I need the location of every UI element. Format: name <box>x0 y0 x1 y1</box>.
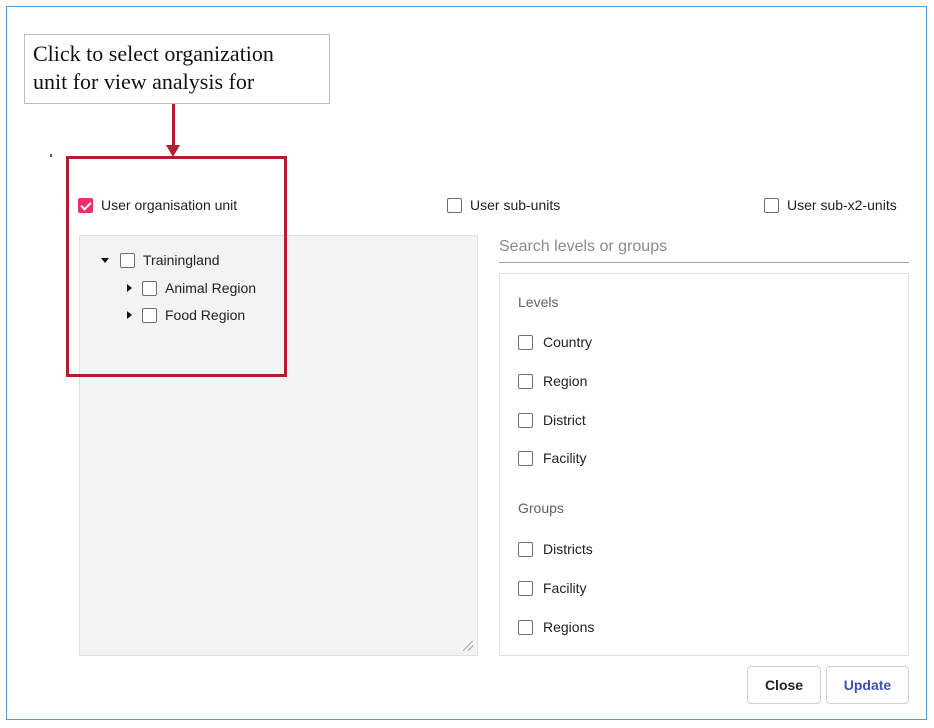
level-option-facility[interactable]: Facility <box>518 450 587 466</box>
checkbox-icon[interactable] <box>518 619 533 635</box>
groups-heading: Groups <box>518 500 564 516</box>
checkbox-icon[interactable] <box>447 197 462 213</box>
level-option-region[interactable]: Region <box>518 373 587 389</box>
level-option-country[interactable]: Country <box>518 334 592 350</box>
level-option-district[interactable]: District <box>518 412 586 428</box>
group-option-facility[interactable]: Facility <box>518 580 587 596</box>
close-button[interactable]: Close <box>747 666 821 704</box>
checkbox-icon[interactable] <box>518 412 533 428</box>
search-levels-input[interactable] <box>499 232 909 263</box>
checkbox-icon[interactable] <box>764 197 779 213</box>
levels-heading: Levels <box>518 294 559 310</box>
checkbox-icon[interactable] <box>518 580 533 596</box>
user-sub-units-option[interactable]: User sub-units <box>447 197 560 213</box>
level-label: Region <box>543 373 588 389</box>
group-label: Regions <box>543 619 595 635</box>
group-label: Districts <box>543 541 593 557</box>
checkbox-icon[interactable] <box>518 373 533 389</box>
annotation-arrow-line <box>172 104 175 148</box>
user-sub-x2-units-option[interactable]: User sub-x2-units <box>764 197 897 213</box>
annotation-callout: Click to select organization unit for vi… <box>24 34 330 104</box>
user-sub-x2-units-label: User sub-x2-units <box>787 197 897 213</box>
level-label: District <box>543 412 586 428</box>
checkbox-icon[interactable] <box>518 541 533 557</box>
callout-line-2: unit for view analysis for <box>33 69 255 94</box>
level-label: Country <box>543 334 593 350</box>
group-option-districts[interactable]: Districts <box>518 541 593 557</box>
resize-handle-icon[interactable] <box>463 641 473 651</box>
checkbox-icon[interactable] <box>518 450 533 466</box>
callout-line-1: Click to select organization <box>33 41 274 66</box>
update-button[interactable]: Update <box>826 666 909 704</box>
user-sub-units-label: User sub-units <box>470 197 561 213</box>
stray-mark <box>50 154 52 157</box>
group-option-regions[interactable]: Regions <box>518 619 594 635</box>
level-label: Facility <box>543 450 587 466</box>
group-label: Facility <box>543 580 587 596</box>
checkbox-icon[interactable] <box>518 334 533 350</box>
levels-groups-panel: Levels Country Region District Facility … <box>499 273 909 656</box>
annotation-highlight-box <box>66 156 287 377</box>
